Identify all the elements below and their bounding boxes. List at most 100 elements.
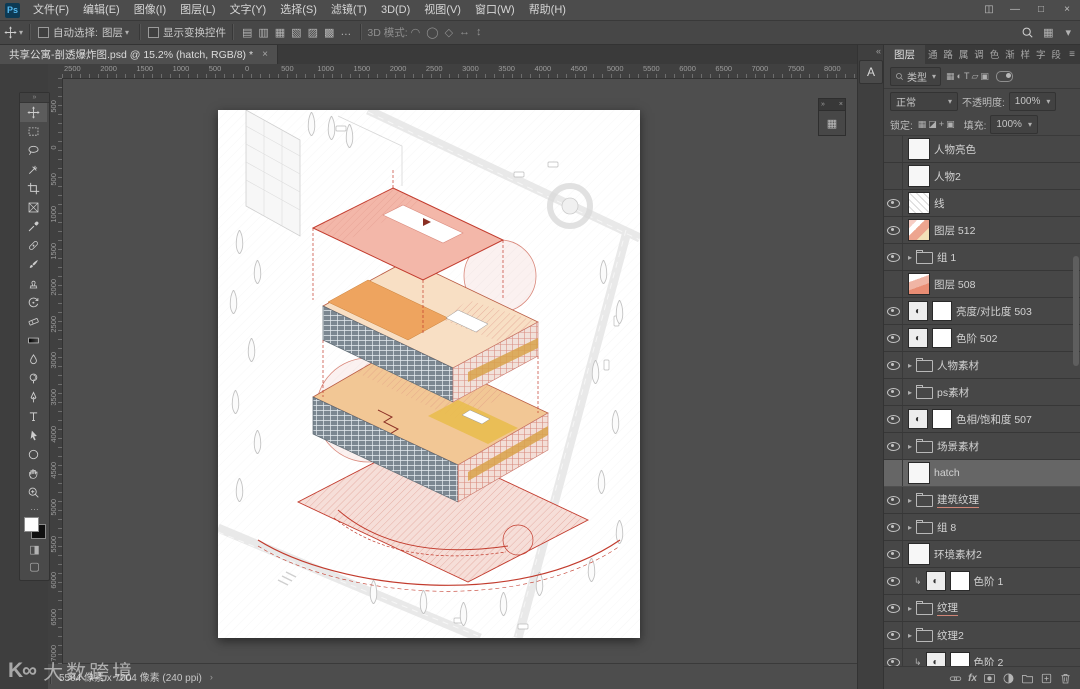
mask-thumbnail[interactable] bbox=[932, 409, 952, 429]
adjustment-icon[interactable] bbox=[908, 409, 928, 429]
lock-position-icon[interactable]: + bbox=[938, 119, 945, 130]
filter-smart-icon[interactable]: ▣ bbox=[979, 71, 990, 82]
document-tab[interactable]: 共享公寓-剖透爆炸图.psd @ 15.2% (hatch, RGB/8) * … bbox=[0, 44, 278, 64]
visibility-toggle-icon[interactable] bbox=[884, 487, 903, 513]
menu-item[interactable]: 图像(I) bbox=[127, 0, 173, 20]
layer-name[interactable]: 组 8 bbox=[937, 520, 956, 535]
menu-item[interactable]: 滤镜(T) bbox=[324, 0, 374, 20]
panel-tab[interactable]: 路 bbox=[942, 47, 954, 61]
close-tab-icon[interactable]: × bbox=[262, 49, 268, 60]
link-layers-icon[interactable] bbox=[949, 672, 962, 685]
panel-tab[interactable]: 段 bbox=[1050, 47, 1062, 61]
align-top-icon[interactable]: ▧ bbox=[288, 26, 304, 39]
layer-thumbnail[interactable] bbox=[908, 165, 930, 187]
orbit-3d-icon[interactable]: ◠ bbox=[408, 26, 424, 39]
float-panel-icon[interactable]: ▦ bbox=[818, 111, 846, 136]
fill-field[interactable]: 100% ▾ bbox=[990, 114, 1038, 134]
panel-tab[interactable]: 调 bbox=[973, 47, 985, 61]
align-bottom-icon[interactable]: ▩ bbox=[321, 26, 337, 39]
menu-item[interactable]: 文字(Y) bbox=[223, 0, 274, 20]
disclosure-icon[interactable] bbox=[908, 388, 912, 397]
layer-row[interactable]: 色阶 2 bbox=[884, 649, 1080, 666]
roll-3d-icon[interactable]: ◯ bbox=[423, 26, 441, 39]
menu-item[interactable]: 图层(L) bbox=[173, 0, 222, 20]
blur-tool[interactable] bbox=[20, 350, 47, 369]
scrollbar-thumb[interactable] bbox=[1073, 256, 1079, 366]
panel-tab[interactable]: 渐 bbox=[1004, 47, 1016, 61]
layer-thumbnail[interactable] bbox=[908, 219, 930, 241]
visibility-toggle-icon[interactable] bbox=[884, 433, 903, 459]
layer-row[interactable]: 组 8 bbox=[884, 514, 1080, 541]
filter-type-icon[interactable]: T bbox=[963, 71, 971, 82]
more-options-icon[interactable]: … bbox=[337, 26, 354, 38]
quick-mask-icon[interactable]: ◨ bbox=[20, 542, 49, 559]
lasso-tool[interactable] bbox=[20, 141, 47, 160]
hand-tool[interactable] bbox=[20, 464, 47, 483]
move-tool-icon[interactable] bbox=[4, 26, 17, 39]
layer-row[interactable]: ps素材 bbox=[884, 379, 1080, 406]
blend-mode-dropdown[interactable]: 正常 ▾ bbox=[890, 91, 958, 111]
tools-panel-grip[interactable]: » bbox=[20, 93, 49, 103]
path-select-tool[interactable] bbox=[20, 426, 47, 445]
eraser-tool[interactable] bbox=[20, 312, 47, 331]
visibility-toggle-icon[interactable] bbox=[884, 217, 903, 243]
adjustment-icon[interactable] bbox=[925, 652, 946, 666]
layer-thumbnail[interactable] bbox=[908, 543, 930, 565]
dock-collapse-icon[interactable]: « bbox=[876, 44, 881, 58]
frame-tool[interactable] bbox=[20, 198, 47, 217]
visibility-toggle-icon[interactable] bbox=[884, 595, 903, 621]
layer-name[interactable]: ps素材 bbox=[937, 385, 969, 400]
tool-preset-caret-icon[interactable]: ▾ bbox=[19, 28, 23, 37]
layer-row[interactable]: 组 1 bbox=[884, 244, 1080, 271]
adjustment-icon[interactable] bbox=[908, 301, 928, 321]
menu-item[interactable]: 编辑(E) bbox=[76, 0, 127, 20]
history-brush-tool[interactable] bbox=[20, 293, 47, 312]
mask-thumbnail[interactable] bbox=[949, 652, 970, 666]
foreground-color-swatch[interactable] bbox=[23, 517, 39, 532]
visibility-toggle-icon[interactable] bbox=[884, 298, 903, 324]
layers-list[interactable]: 人物亮色 人物2 线 图层 512 ▸ 组 1 图层 508 ◐ 亮度/对比度 … bbox=[884, 136, 1080, 666]
layer-style-icon[interactable]: fx bbox=[968, 673, 977, 684]
tab-layers[interactable]: 图层 bbox=[884, 44, 925, 64]
layer-row[interactable]: 色阶 1 bbox=[884, 568, 1080, 595]
layer-row[interactable]: hatch bbox=[884, 460, 1080, 487]
filter-adjustment-icon[interactable]: ◐ bbox=[956, 71, 963, 82]
visibility-toggle-icon[interactable] bbox=[884, 568, 903, 594]
layer-name[interactable]: 人物亮色 bbox=[934, 142, 976, 157]
layer-name[interactable]: 线 bbox=[934, 196, 945, 211]
menu-item[interactable]: 视图(V) bbox=[417, 0, 468, 20]
edit-toolbar-icon[interactable]: … bbox=[20, 502, 49, 512]
lock-all-icon[interactable]: ▣ bbox=[945, 119, 956, 130]
layer-row[interactable]: 纹理 bbox=[884, 595, 1080, 622]
panel-tab[interactable]: 属 bbox=[958, 47, 970, 61]
visibility-toggle-icon[interactable] bbox=[884, 136, 903, 162]
heal-tool[interactable] bbox=[20, 236, 47, 255]
visibility-toggle-icon[interactable] bbox=[884, 649, 903, 666]
visibility-toggle-icon[interactable] bbox=[884, 379, 903, 405]
move-tool[interactable] bbox=[20, 103, 47, 122]
align-center-h-icon[interactable]: ▥ bbox=[255, 26, 271, 39]
horizontal-ruler[interactable]: 2500 2000 1500 1000 500 0 500 1000 1500 2000 2500 3… bbox=[62, 64, 858, 79]
color-swatches[interactable] bbox=[23, 517, 46, 539]
layer-name[interactable]: 色阶 2 bbox=[974, 655, 1004, 667]
lock-pixels-icon[interactable]: ◪ bbox=[927, 119, 938, 130]
menu-item[interactable]: 3D(D) bbox=[374, 0, 417, 20]
visibility-toggle-icon[interactable] bbox=[884, 541, 903, 567]
layer-row[interactable]: 线 bbox=[884, 190, 1080, 217]
disclosure-icon[interactable] bbox=[908, 442, 912, 451]
adjustment-layer-icon[interactable] bbox=[1002, 672, 1015, 685]
menu-item[interactable]: 选择(S) bbox=[273, 0, 324, 20]
layer-row[interactable]: 人物2 bbox=[884, 163, 1080, 190]
visibility-toggle-icon[interactable] bbox=[884, 622, 903, 648]
filter-shape-icon[interactable]: ▱ bbox=[970, 71, 979, 82]
minimize-button[interactable]: — bbox=[1002, 0, 1028, 20]
shape-tool[interactable] bbox=[20, 445, 47, 464]
gradient-tool[interactable] bbox=[20, 331, 47, 350]
layer-row[interactable]: 色阶 502 bbox=[884, 325, 1080, 352]
layer-name[interactable]: 色阶 502 bbox=[956, 331, 997, 346]
lock-transparency-icon[interactable]: ▦ bbox=[917, 119, 928, 130]
layer-name[interactable]: 色相/饱和度 507 bbox=[956, 412, 1032, 427]
layer-name[interactable]: 亮度/对比度 503 bbox=[956, 304, 1032, 319]
new-group-icon[interactable] bbox=[1021, 672, 1034, 685]
zoom-tool[interactable] bbox=[20, 483, 47, 502]
